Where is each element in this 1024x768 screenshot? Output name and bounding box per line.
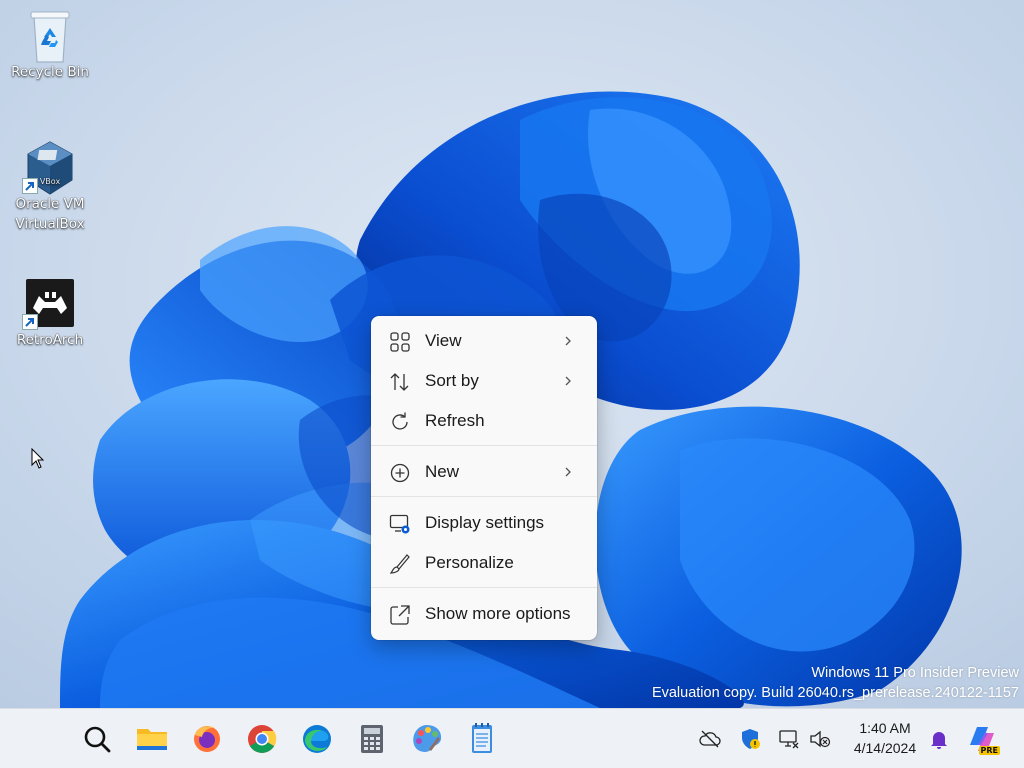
shortcut-arrow-icon — [22, 314, 38, 330]
chrome-icon — [248, 725, 277, 753]
desktop-context-menu: View Sort by Refresh New Display setting… — [371, 316, 597, 640]
svg-text:VBox: VBox — [40, 177, 61, 186]
sort-icon — [390, 373, 409, 391]
file-explorer-icon — [137, 729, 167, 750]
desktop-icon-retroarch[interactable]: RetroArch — [4, 278, 96, 350]
view-grid-icon — [390, 332, 410, 352]
chevron-right-icon — [565, 467, 571, 477]
taskbar-chrome[interactable] — [242, 719, 282, 759]
chevron-right-icon — [565, 336, 571, 346]
watermark-line-2: Evaluation copy. Build 26040.rs_prerelea… — [651, 685, 1019, 701]
network-icon — [779, 730, 799, 749]
menu-item-label: New — [425, 462, 460, 481]
watermark-line-1: Windows 11 Pro Insider Preview — [811, 665, 1019, 681]
taskbar-clock[interactable]: 1:40 AM 4/14/2024 — [842, 718, 928, 758]
notification-bell-icon — [931, 732, 947, 749]
menu-item-new[interactable]: New — [375, 453, 593, 491]
volume-muted-icon — [810, 730, 831, 748]
menu-separator — [371, 587, 597, 588]
menu-item-show-more-options[interactable]: Show more options — [375, 595, 593, 633]
menu-item-label: Show more options — [425, 604, 571, 623]
copilot-pre-badge: PRE — [978, 746, 1000, 755]
menu-item-label: Sort by — [425, 371, 479, 390]
paint-icon — [413, 725, 442, 752]
tray-network[interactable] — [777, 727, 801, 751]
taskbar-file-explorer[interactable] — [132, 719, 172, 759]
taskbar-edge[interactable] — [297, 719, 337, 759]
taskbar-copilot[interactable]: PRE — [964, 721, 1000, 757]
chevron-right-icon — [565, 376, 571, 386]
desktop-icon-label: RetroArch — [16, 332, 84, 348]
tray-windows-security[interactable] — [738, 727, 762, 751]
windows-evaluation-watermark: Windows 11 Pro Insider Preview Evaluatio… — [652, 663, 1019, 703]
taskbar: 1:40 AM 4/14/2024 PRE — [0, 708, 1024, 768]
desktop-icon-label: Oracle VM VirtualBox — [15, 196, 85, 232]
menu-item-display-settings[interactable]: Display settings — [375, 504, 593, 542]
firefox-icon — [194, 726, 220, 752]
menu-item-label: Refresh — [425, 411, 485, 430]
clock-time: 1:40 AM — [859, 720, 911, 736]
show-more-options-icon — [390, 605, 410, 625]
taskbar-firefox[interactable] — [187, 719, 227, 759]
calculator-icon — [361, 725, 383, 753]
taskbar-paint[interactable] — [407, 719, 447, 759]
notepad-icon — [472, 723, 492, 753]
clock-date: 4/14/2024 — [853, 740, 917, 756]
menu-item-sort-by[interactable]: Sort by — [375, 362, 593, 400]
shortcut-arrow-icon — [22, 178, 38, 194]
refresh-icon — [392, 412, 408, 430]
retroarch-icon — [22, 278, 76, 330]
new-plus-icon — [390, 463, 410, 483]
menu-item-label: View — [425, 331, 462, 350]
menu-item-refresh[interactable]: Refresh — [375, 402, 593, 440]
mouse-cursor-icon — [31, 448, 45, 469]
virtualbox-icon: VBox — [22, 140, 76, 195]
recycle-bin-icon — [24, 8, 76, 63]
menu-separator — [371, 496, 597, 497]
tray-notifications[interactable] — [927, 727, 951, 751]
menu-item-label: Display settings — [425, 513, 545, 532]
edge-icon — [303, 725, 331, 753]
personalize-brush-icon — [389, 554, 410, 574]
taskbar-search-button[interactable] — [77, 719, 117, 759]
desktop-icon-label: Recycle Bin — [11, 64, 89, 80]
menu-item-personalize[interactable]: Personalize — [375, 544, 593, 582]
menu-item-label: Personalize — [425, 553, 514, 572]
defender-security-icon — [742, 729, 760, 749]
tray-onedrive[interactable] — [698, 727, 722, 751]
taskbar-notepad[interactable] — [462, 719, 502, 759]
desktop-icon-virtualbox[interactable]: VBox Oracle VM VirtualBox — [4, 140, 96, 234]
search-icon — [84, 726, 111, 753]
menu-item-view[interactable]: View — [375, 322, 593, 360]
taskbar-calculator[interactable] — [352, 719, 392, 759]
tray-volume[interactable] — [808, 727, 832, 751]
display-settings-icon — [389, 514, 410, 534]
onedrive-cloud-icon — [699, 730, 721, 748]
desktop-icon-recycle-bin[interactable]: Recycle Bin — [4, 8, 96, 82]
menu-separator — [371, 445, 597, 446]
